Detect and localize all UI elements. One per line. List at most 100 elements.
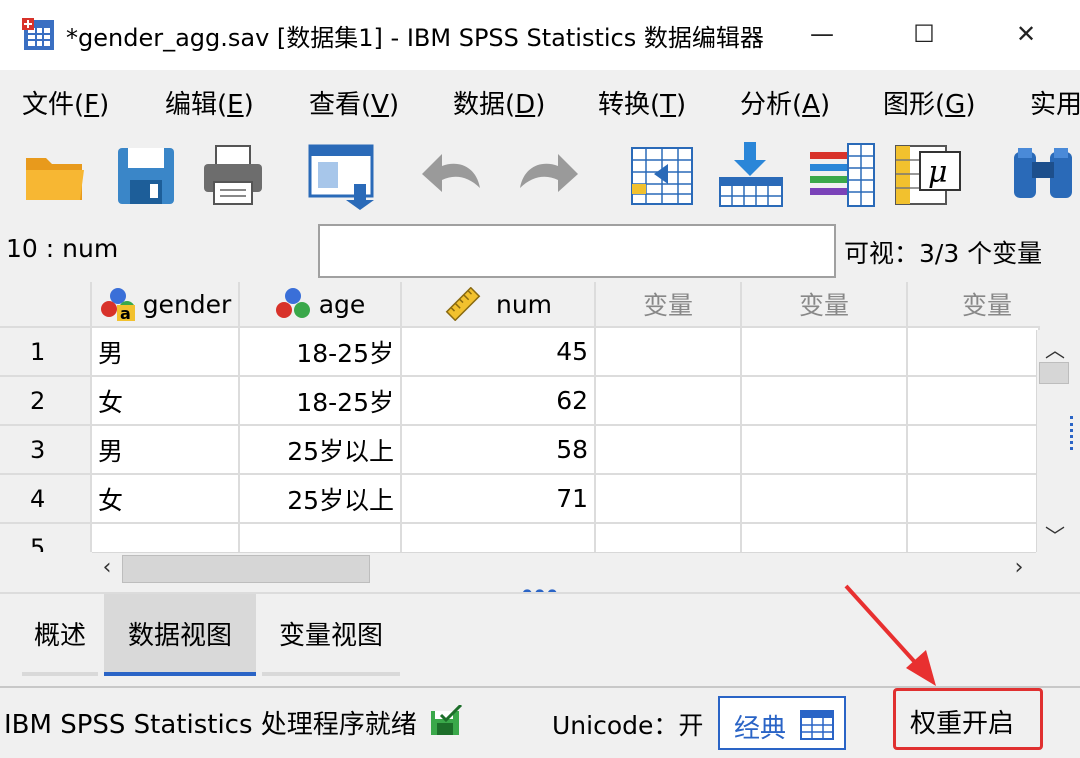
- find-icon[interactable]: [1008, 138, 1078, 210]
- weight-on-indicator: 权重开启: [893, 688, 1043, 750]
- annotation-arrow-icon: [844, 584, 936, 686]
- cell-empty[interactable]: [908, 524, 1040, 552]
- title-bar: *gender_agg.sav [数据集1] - IBM SPSS Statis…: [0, 0, 1080, 70]
- data-grid: a gender age num 变量 变量 变量 1 男 18-25岁 45 …: [0, 282, 1040, 552]
- cell-gender[interactable]: 女: [92, 475, 240, 524]
- cell-empty[interactable]: [908, 377, 1040, 426]
- corner-cell[interactable]: [0, 282, 92, 328]
- go-to-variable-icon[interactable]: [716, 138, 786, 210]
- svg-text:μ: μ: [928, 155, 948, 190]
- cell-empty[interactable]: [908, 475, 1040, 524]
- cell-empty[interactable]: [742, 524, 908, 552]
- cell-num[interactable]: [402, 524, 596, 552]
- cell-gender[interactable]: 男: [92, 426, 240, 475]
- cell-age[interactable]: 25岁以上: [240, 426, 402, 475]
- recall-dialog-icon[interactable]: [306, 138, 376, 210]
- menu-view[interactable]: 查看(V): [309, 84, 399, 121]
- cell-age[interactable]: 18-25岁: [240, 328, 402, 377]
- descriptives-icon[interactable]: μ: [894, 138, 964, 210]
- status-bar: IBM SPSS Statistics 处理程序就绪 Unicode：开 经典 …: [0, 686, 1080, 758]
- cell-empty[interactable]: [596, 524, 742, 552]
- table-icon: [800, 710, 834, 740]
- scroll-down-icon[interactable]: ﹀: [1043, 520, 1067, 548]
- column-header-num[interactable]: num: [402, 282, 596, 328]
- cell-gender[interactable]: 男: [92, 328, 240, 377]
- horizontal-scroll-thumb[interactable]: [122, 555, 370, 583]
- redo-icon[interactable]: [512, 138, 582, 210]
- row-header[interactable]: 3: [0, 426, 92, 475]
- cell-num[interactable]: 62: [402, 377, 596, 426]
- menu-utilities[interactable]: 实用: [1030, 84, 1080, 121]
- cell-value-input[interactable]: [318, 224, 836, 278]
- panel-splitter-handle[interactable]: [1070, 416, 1078, 450]
- processor-status: IBM SPSS Statistics 处理程序就绪: [4, 703, 463, 741]
- open-folder-icon[interactable]: [20, 138, 90, 210]
- save-icon[interactable]: [110, 138, 180, 210]
- cell-num[interactable]: 58: [402, 426, 596, 475]
- tab-data-view[interactable]: 数据视图: [104, 594, 256, 676]
- menu-file[interactable]: 文件(F): [22, 84, 109, 121]
- column-header-var[interactable]: 变量: [742, 282, 908, 328]
- column-header-gender[interactable]: a gender: [92, 282, 240, 328]
- maximize-button[interactable]: ☐: [904, 14, 944, 54]
- cell-empty[interactable]: [908, 426, 1040, 475]
- cell-empty[interactable]: [908, 328, 1040, 377]
- print-icon[interactable]: [198, 138, 268, 210]
- spss-app-icon: [22, 18, 54, 50]
- cell-empty[interactable]: [596, 328, 742, 377]
- vertical-scroll-thumb[interactable]: [1039, 362, 1069, 384]
- row-header[interactable]: 2: [0, 377, 92, 426]
- menu-edit[interactable]: 编辑(E): [165, 84, 254, 121]
- cell-empty[interactable]: [596, 475, 742, 524]
- cell-reference-bar: 10 : num 可视：3/3 个变量: [0, 220, 1080, 282]
- cell-empty[interactable]: [742, 377, 908, 426]
- tab-variable-view[interactable]: 变量视图: [262, 594, 400, 676]
- menu-graphs[interactable]: 图形(G): [883, 84, 975, 121]
- undo-icon[interactable]: [418, 138, 488, 210]
- cell-reference: 10 : num: [6, 234, 119, 263]
- cell-empty[interactable]: [742, 426, 908, 475]
- variables-icon[interactable]: [806, 138, 876, 210]
- menu-bar: 文件(F) 编辑(E) 查看(V) 数据(D) 转换(T) 分析(A) 图形(G…: [0, 70, 1080, 128]
- column-header-age[interactable]: age: [240, 282, 402, 328]
- visible-variables-count: 可视：3/3 个变量: [844, 239, 1043, 268]
- row-header[interactable]: 4: [0, 475, 92, 524]
- nominal-icon: [275, 288, 310, 318]
- cell-empty[interactable]: [596, 377, 742, 426]
- nominal-string-icon: a: [100, 288, 135, 321]
- scroll-right-icon[interactable]: ›: [1006, 555, 1032, 583]
- go-to-case-icon[interactable]: [628, 138, 698, 210]
- classic-mode-indicator[interactable]: 经典: [718, 696, 846, 750]
- menu-analyze[interactable]: 分析(A): [740, 84, 830, 121]
- cell-age[interactable]: 18-25岁: [240, 377, 402, 426]
- cell-empty[interactable]: [596, 426, 742, 475]
- cell-age[interactable]: [240, 524, 402, 552]
- close-button[interactable]: ✕: [1006, 14, 1046, 54]
- scale-ruler-icon: [445, 287, 481, 321]
- svg-text:a: a: [120, 304, 131, 321]
- cell-gender[interactable]: 女: [92, 377, 240, 426]
- cell-empty[interactable]: [742, 475, 908, 524]
- processor-ready-icon: [431, 703, 463, 735]
- menu-data[interactable]: 数据(D): [453, 84, 545, 121]
- column-header-var[interactable]: 变量: [596, 282, 742, 328]
- classic-label: 经典: [734, 714, 787, 744]
- tab-overview[interactable]: 概述: [22, 594, 98, 676]
- scroll-up-icon[interactable]: ︿: [1043, 334, 1067, 362]
- cell-num[interactable]: 71: [402, 475, 596, 524]
- column-header-var[interactable]: 变量: [908, 282, 1040, 328]
- cell-age[interactable]: 25岁以上: [240, 475, 402, 524]
- toolbar: μ: [0, 128, 1080, 220]
- weight-on-label: 权重开启: [910, 709, 1015, 739]
- cell-num[interactable]: 45: [402, 328, 596, 377]
- row-header[interactable]: 1: [0, 328, 92, 377]
- window-title: *gender_agg.sav [数据集1] - IBM SPSS Statis…: [66, 24, 764, 52]
- cell-gender[interactable]: [92, 524, 240, 552]
- row-header[interactable]: 5: [0, 524, 92, 552]
- menu-transform[interactable]: 转换(T): [598, 84, 686, 121]
- vertical-scrollbar[interactable]: ︿ ﹀: [1036, 330, 1070, 552]
- unicode-status: Unicode：开: [552, 711, 704, 740]
- cell-empty[interactable]: [742, 328, 908, 377]
- scroll-left-icon[interactable]: ‹: [94, 555, 120, 583]
- minimize-button[interactable]: —: [802, 14, 842, 54]
